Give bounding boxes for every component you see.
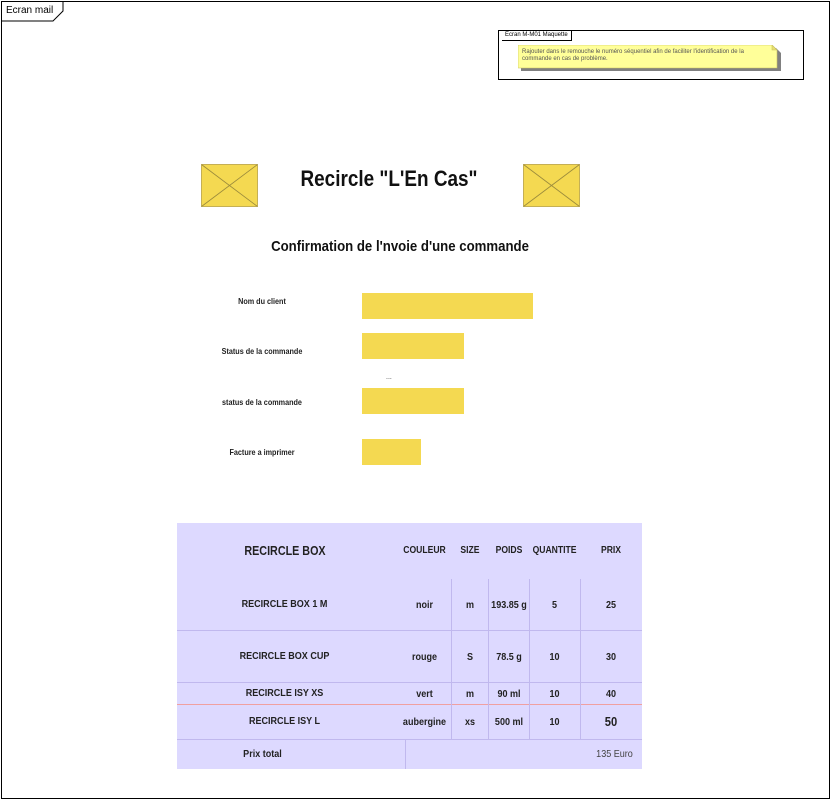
header-weight: POIDS — [495, 545, 523, 556]
image-placeholder-icon — [201, 164, 258, 207]
header-color: COULEUR — [403, 545, 446, 556]
table-cell: 10 — [549, 716, 560, 728]
header-quantity: QUANTITE — [532, 545, 577, 556]
row-divider — [177, 704, 642, 705]
note-text: Rajouter dans le remouche le numéro séqu… — [522, 49, 744, 62]
table-cell: S — [466, 651, 474, 663]
row-divider — [177, 739, 642, 740]
order-status-label: Status de la commande — [221, 346, 303, 356]
column-divider — [405, 739, 406, 769]
total-value: 135 Euro — [596, 748, 633, 760]
column-divider — [488, 579, 489, 739]
order-status-field-2[interactable] — [362, 388, 464, 414]
table-cell: 10 — [549, 688, 560, 700]
table-cell: 500 ml — [494, 716, 524, 728]
table-cell: 90 ml — [497, 688, 521, 700]
header-size: SIZE — [460, 545, 480, 556]
table-cell: 78.5 g — [496, 651, 522, 663]
column-divider — [580, 579, 581, 739]
frame-tab: Ecran mail — [1, 1, 64, 22]
note-box: Ecran M-M01 Maquette Rajouter dans le re… — [498, 30, 804, 80]
note-title: Ecran M-M01 Maquette — [502, 31, 572, 41]
frame-title: Ecran mail — [6, 5, 54, 16]
separator-dots: ... — [386, 374, 392, 381]
column-divider — [529, 579, 530, 739]
table-cell: aubergine — [402, 716, 447, 728]
table-cell: 10 — [549, 651, 560, 663]
app-title: Recircle "L'En Cas" — [300, 166, 478, 191]
table-cell: RECIRCLE BOX 1 M — [241, 598, 328, 610]
table-cell: noir — [415, 599, 434, 611]
page-subtitle: Confirmation de l'nvoie d'une commande — [271, 238, 529, 255]
table-cell: RECIRCLE BOX CUP — [239, 650, 330, 662]
table-cell: xs — [464, 716, 476, 728]
table-cell: rouge — [411, 651, 438, 663]
total-label: Prix total — [243, 748, 282, 760]
table-cell: 30 — [605, 651, 617, 663]
table-cell: 25 — [605, 599, 617, 611]
image-placeholder-icon — [523, 164, 580, 207]
table-cell: RECIRCLE ISY XS — [245, 687, 324, 699]
table-cell: 40 — [605, 688, 617, 700]
client-name-field[interactable] — [362, 293, 533, 319]
table-cell: 5 — [551, 599, 558, 611]
table-cell: m — [465, 688, 475, 700]
table-cell: vert — [416, 688, 433, 700]
header-price: PRIX — [600, 545, 622, 556]
order-status-field[interactable] — [362, 333, 464, 359]
table-cell: RECIRCLE ISY L — [248, 715, 321, 727]
header-product: RECIRCLE BOX — [244, 544, 326, 558]
order-table: RECIRCLE BOX COULEUR SIZE POIDS QUANTITE… — [177, 523, 642, 769]
table-cell: 50 — [604, 714, 618, 729]
invoice-print-field[interactable] — [362, 439, 421, 465]
table-cell: m — [465, 599, 475, 611]
row-divider — [177, 630, 642, 631]
client-name-label: Nom du client — [238, 296, 286, 306]
invoice-print-label: Facture a imprimer — [229, 447, 295, 457]
order-status-label-2: status de la commande — [222, 397, 302, 407]
row-divider — [177, 682, 642, 683]
note-sticky: Rajouter dans le remouche le numéro séqu… — [518, 45, 782, 71]
table-cell: 193.85 g — [491, 599, 527, 611]
